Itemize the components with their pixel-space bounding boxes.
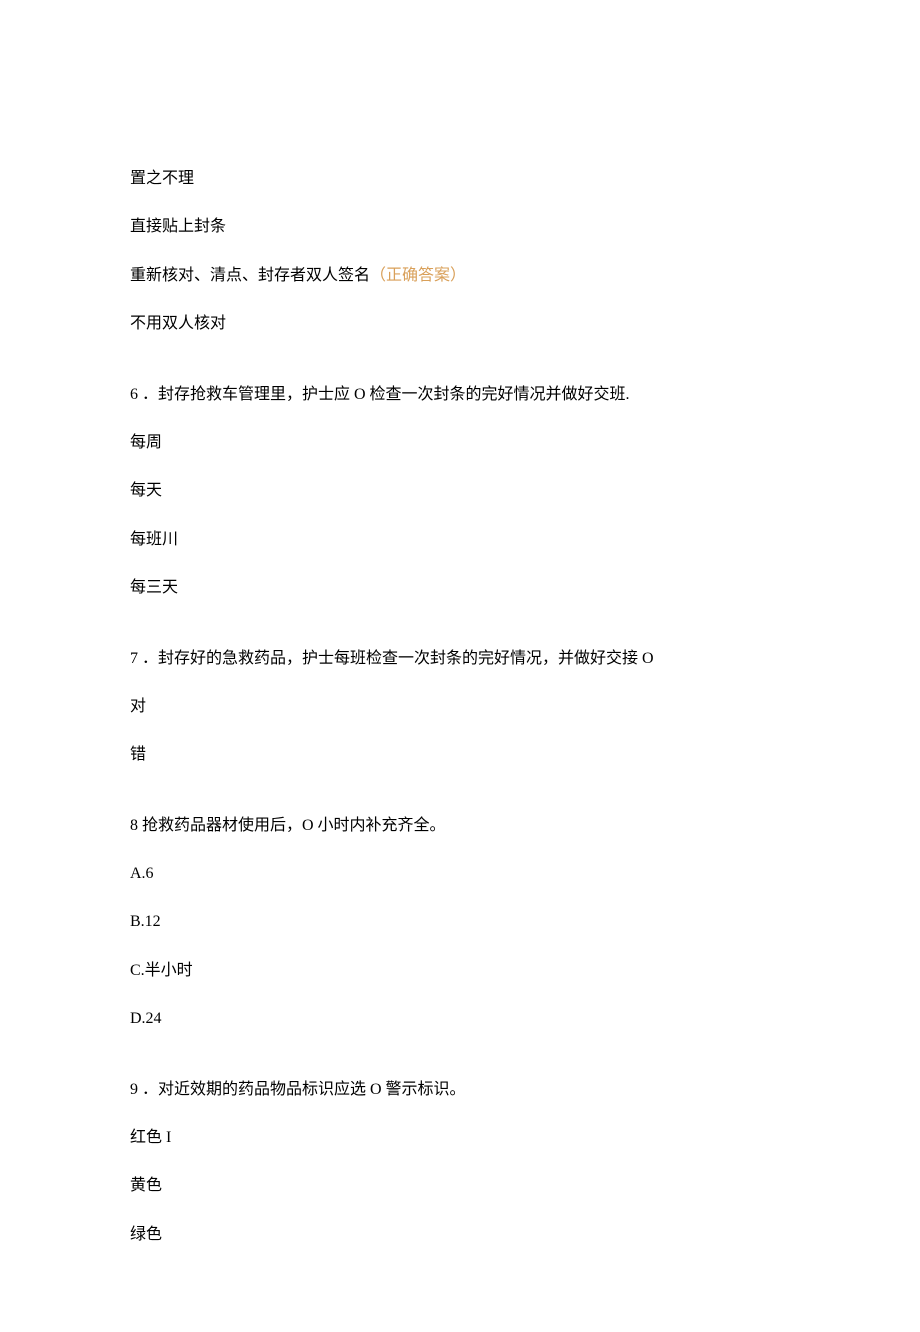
q5-option-3: 重新核对、清点、封存者双人签名（正确答案） — [130, 265, 790, 287]
q6-stem: 6 ．封存抢救车管理里，护士应 O 检查一次封条的完好情况并做好交班. — [130, 384, 790, 406]
q8-stem: 8 抢救药品器材使用后，O 小时内补充齐全。 — [130, 815, 790, 837]
q9-option-2: 黄色 — [130, 1175, 790, 1197]
correct-answer-label: （正确答案） — [370, 267, 466, 284]
q5-option-1: 置之不理 — [130, 168, 790, 190]
q8-option-1: A.6 — [130, 863, 790, 885]
q7-option-2: 错 — [130, 744, 790, 766]
q7-stem: 7 ．封存好的急救药品，护士每班检查一次封条的完好情况，并做好交接 O — [130, 648, 790, 670]
q7-option-1: 对 — [130, 696, 790, 718]
q5-option-4: 不用双人核对 — [130, 313, 790, 335]
q6-option-4: 每三天 — [130, 577, 790, 599]
q9-stem: 9 ．对近效期的药品物品标识应选 O 警示标识。 — [130, 1079, 790, 1101]
q8-option-2: B.12 — [130, 911, 790, 933]
q8-option-3: C.半小时 — [130, 960, 790, 982]
q9-option-3: 绿色 — [130, 1224, 790, 1246]
document-page: 置之不理 直接贴上封条 重新核对、清点、封存者双人签名（正确答案） 不用双人核对… — [0, 0, 920, 1332]
q9-option-1: 红色 I — [130, 1127, 790, 1149]
q6-option-3: 每班川 — [130, 529, 790, 551]
q8-option-4: D.24 — [130, 1008, 790, 1030]
q6-option-1: 每周 — [130, 432, 790, 454]
q5-option-3-text: 重新核对、清点、封存者双人签名 — [130, 267, 370, 284]
q5-option-2: 直接贴上封条 — [130, 216, 790, 238]
q6-option-2: 每天 — [130, 480, 790, 502]
